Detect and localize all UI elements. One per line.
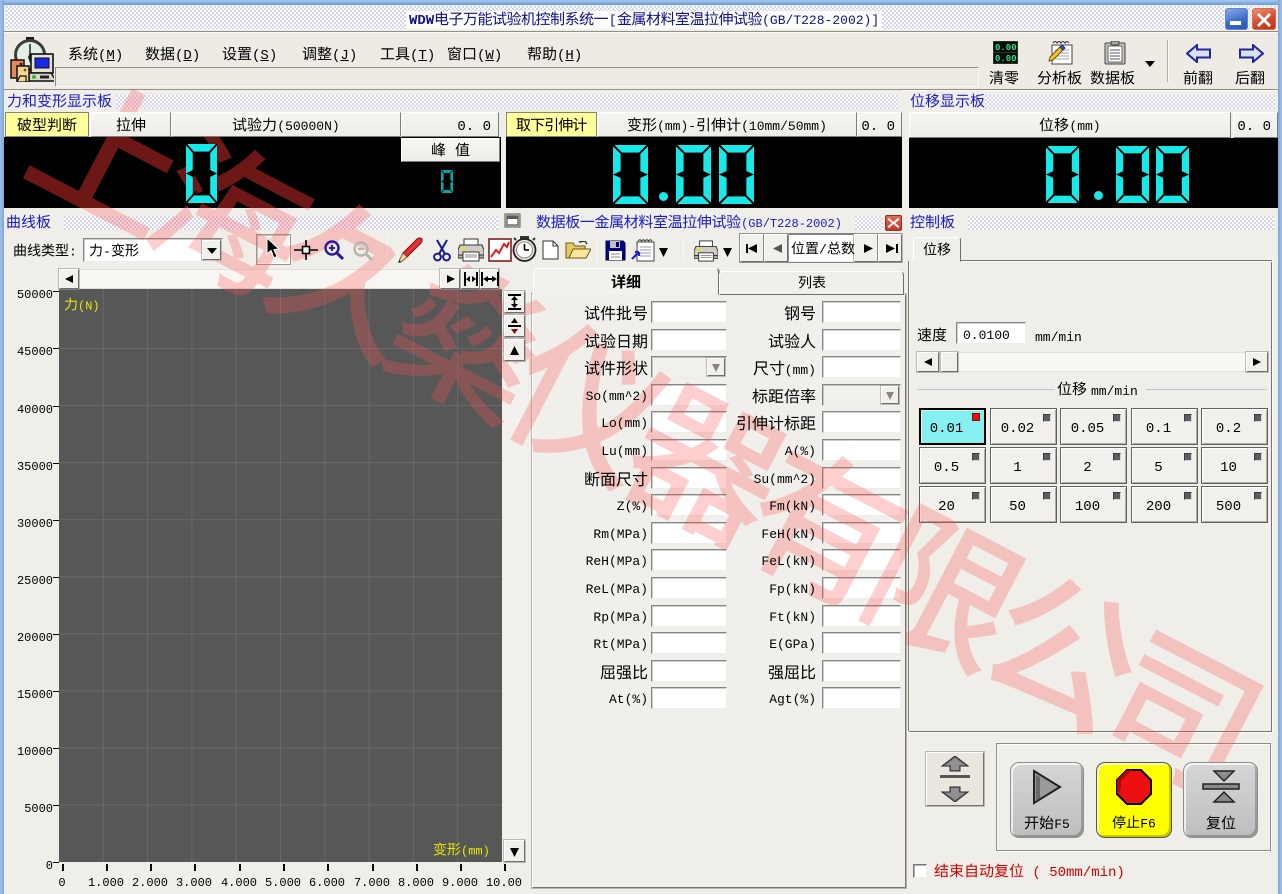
svg-text:0.00: 0.00 (995, 54, 1017, 64)
svg-text:0.00: 0.00 (995, 43, 1017, 53)
